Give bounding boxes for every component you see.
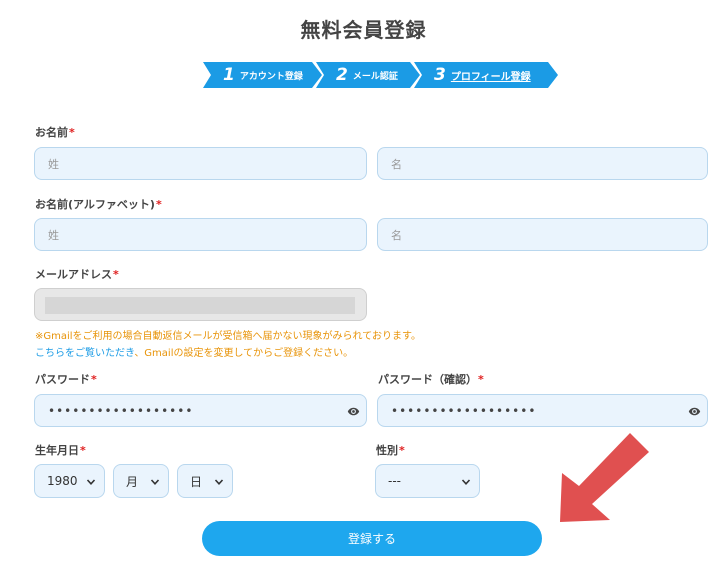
password-value: ••••••••••••••••••	[48, 403, 194, 418]
label-text: メールアドレス	[35, 268, 112, 281]
selected-value: 1980	[47, 474, 78, 488]
required-mark: *	[113, 268, 119, 281]
last-name-alpha-input[interactable]: 姓	[34, 218, 367, 251]
required-mark: *	[478, 373, 484, 386]
step-number: 1	[223, 65, 235, 85]
email-value-redacted	[45, 297, 355, 314]
placeholder: 姓	[48, 228, 59, 242]
email-field	[34, 288, 367, 321]
step-email-verify: 2 メール認証	[316, 62, 420, 88]
chevron-down-icon	[150, 479, 160, 485]
password-label: パスワード*	[35, 371, 97, 387]
label-text: 性別	[376, 444, 398, 457]
gmail-help-link[interactable]: こちらをご覧いただき	[35, 348, 134, 359]
pointer-arrow-icon	[560, 433, 649, 522]
chevron-down-icon	[86, 479, 96, 485]
required-mark: *	[155, 198, 162, 211]
placeholder: 名	[391, 228, 402, 242]
birthdate-label: 生年月日*	[35, 442, 86, 458]
step-label: メール認証	[352, 71, 398, 82]
step-label: アカウント登録	[239, 71, 303, 82]
step-number: 2	[336, 65, 348, 85]
required-mark: *	[80, 444, 86, 457]
birth-day-select[interactable]: 日	[177, 464, 233, 498]
step-account: 1 アカウント登録	[203, 62, 322, 88]
password-input[interactable]: ••••••••••••••••••	[34, 394, 367, 427]
label-text: パスワード（確認）	[378, 373, 477, 386]
label-text: お名前	[35, 126, 68, 139]
selected-value: 日	[190, 474, 203, 489]
step-number: 3	[434, 65, 446, 85]
first-name-input[interactable]: 名	[377, 147, 708, 180]
name-alpha-label: お名前(アルファベット)*	[35, 196, 162, 212]
notice-text: 、Gmailの設定を変更してからご登録ください。	[134, 348, 354, 359]
required-mark: *	[69, 126, 75, 139]
name-label: お名前*	[35, 124, 75, 140]
step-profile: 3 プロフィール登録	[414, 62, 558, 88]
label-text: 生年月日	[35, 444, 79, 457]
password-confirm-value: ••••••••••••••••••	[391, 403, 537, 418]
chevron-down-icon	[214, 479, 224, 485]
gender-select[interactable]: ---	[375, 464, 480, 498]
placeholder: 名	[391, 157, 402, 171]
label-text: パスワード	[35, 373, 90, 386]
password-confirm-label: パスワード（確認）*	[378, 371, 484, 387]
required-mark: *	[399, 444, 405, 457]
first-name-alpha-input[interactable]: 名	[377, 218, 708, 251]
progress-steps: 1 アカウント登録 2 メール認証 3 プロフィール登録	[203, 62, 558, 88]
selected-value: 月	[126, 474, 139, 489]
gmail-notice: ※Gmailをご利用の場合自動返信メールが受信箱へ届かない現象がみられております…	[35, 331, 421, 342]
step-label: プロフィール登録	[450, 71, 531, 83]
password-confirm-input[interactable]: ••••••••••••••••••	[377, 394, 708, 427]
email-label: メールアドレス*	[35, 266, 119, 282]
eye-icon[interactable]	[347, 405, 360, 418]
register-button[interactable]: 登録する	[202, 521, 542, 556]
birth-month-select[interactable]: 月	[113, 464, 169, 498]
gmail-notice-line2: こちらをご覧いただき、Gmailの設定を変更してからご登録ください。	[35, 344, 353, 359]
label-text: お名前(アルファベット)	[35, 198, 155, 211]
birth-year-select[interactable]: 1980	[34, 464, 105, 498]
page-title: 無料会員登録	[300, 18, 427, 42]
last-name-input[interactable]: 姓	[34, 147, 367, 180]
chevron-down-icon	[461, 479, 471, 485]
gender-label: 性別*	[376, 442, 405, 458]
selected-value: ---	[388, 474, 401, 488]
placeholder: 姓	[48, 157, 59, 171]
eye-icon[interactable]	[688, 405, 701, 418]
required-mark: *	[91, 373, 97, 386]
